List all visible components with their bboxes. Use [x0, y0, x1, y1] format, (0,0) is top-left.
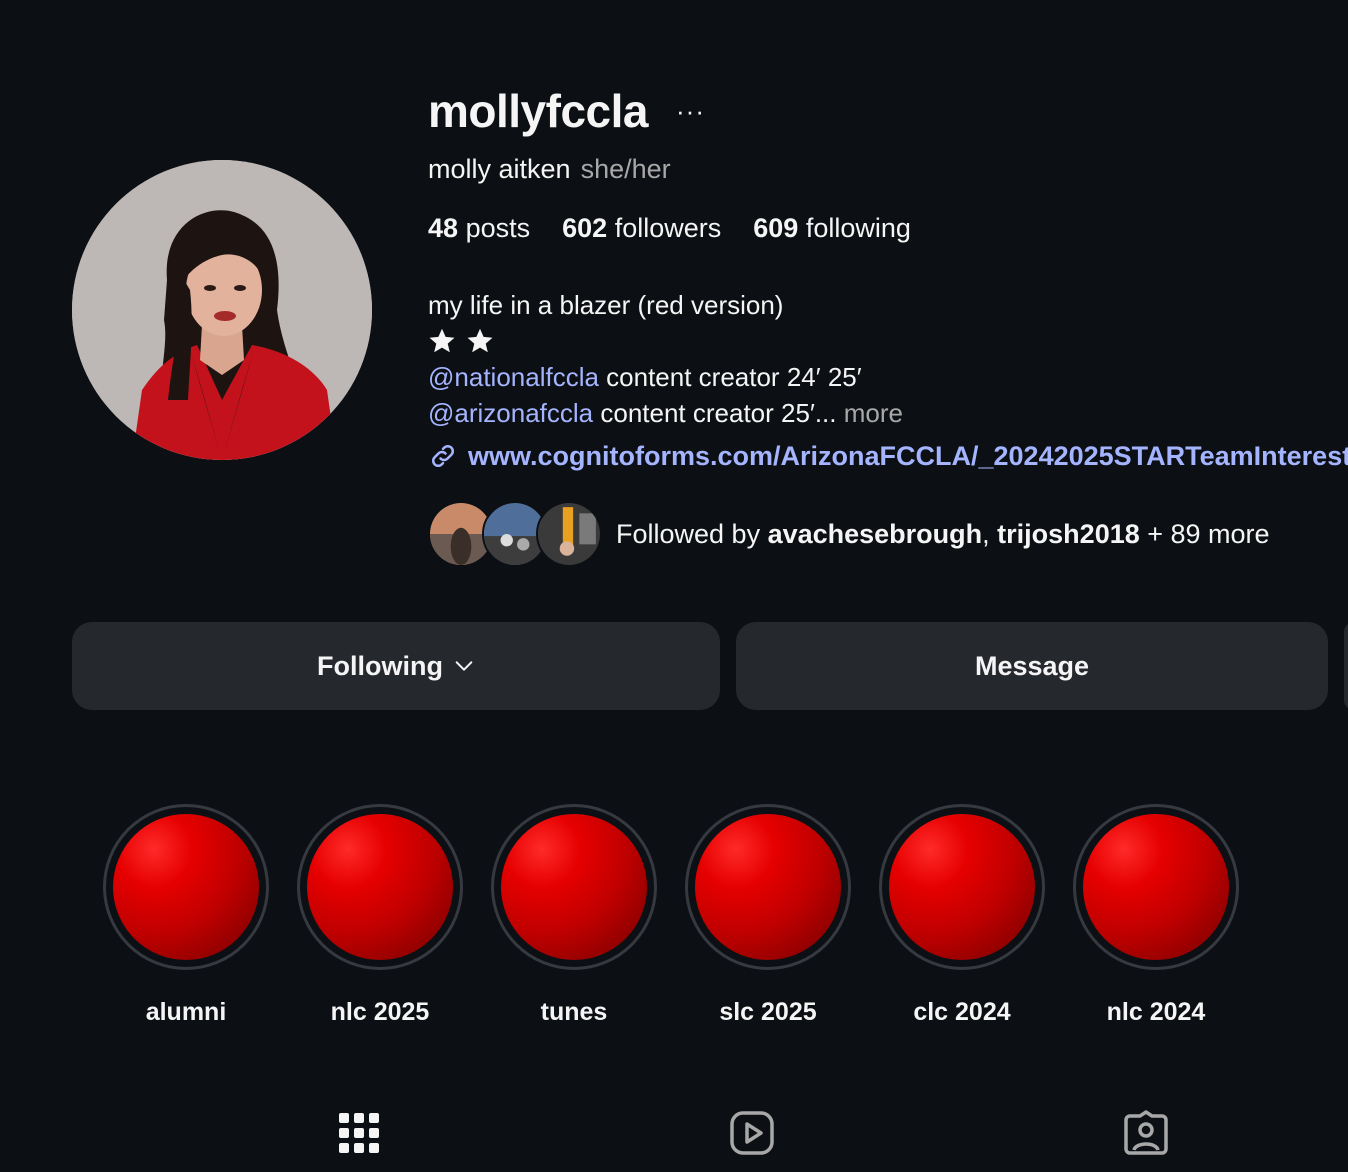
- highlight-label: alumni: [145, 998, 227, 1026]
- highlight-cover: [1083, 814, 1229, 960]
- message-button-label: Message: [974, 650, 1090, 681]
- highlight-cover: [113, 814, 259, 960]
- name-row: molly aitken she/her: [428, 152, 671, 186]
- mutual-user: avachesebrough: [767, 518, 983, 549]
- following-label: following: [805, 213, 911, 243]
- followed-suffix: + 89 more: [1139, 518, 1270, 549]
- star-icon: [429, 328, 455, 353]
- highlight-cover: [695, 814, 841, 960]
- followers-count: 602: [562, 213, 608, 243]
- highlight-ring: [879, 804, 1045, 970]
- highlight-ring: [491, 804, 657, 970]
- following-button[interactable]: Following: [72, 622, 720, 710]
- following-button-label: Following: [317, 650, 443, 681]
- highlight-cover: [501, 814, 647, 960]
- story-highlight[interactable]: alumni: [100, 804, 272, 1027]
- highlight-cover: [307, 814, 453, 960]
- external-link[interactable]: www.cognitoforms.com/ArizonaFCCLA/_20242…: [428, 438, 1348, 474]
- tagged-icon[interactable]: [1123, 1110, 1169, 1156]
- bio-text: content creator 25′...: [593, 398, 837, 428]
- highlight-ring: [1073, 804, 1239, 970]
- mention-link[interactable]: @nationalfccla: [428, 362, 599, 392]
- highlight-label: clc 2024: [913, 998, 1011, 1026]
- mutual-user: trijosh2018: [997, 518, 1140, 549]
- posts-stat: 48 posts: [428, 211, 530, 245]
- bio-mention-line: @nationalfccla content creator 24′ 25′: [428, 359, 903, 395]
- followers-stat[interactable]: 602 followers: [562, 211, 721, 245]
- followed-separator: ,: [982, 518, 998, 549]
- bio-stars: ★ ★: [428, 323, 903, 359]
- bio: my life in a blazer (red version) ★ ★ @n…: [428, 287, 903, 431]
- highlight-label: nlc 2024: [1106, 998, 1206, 1026]
- suggested-users-button[interactable]: [1344, 622, 1348, 710]
- username: mollyfccla: [428, 85, 649, 137]
- mutual-avatars: [428, 501, 602, 567]
- profile-stats: 48 posts 602 followers 609 following: [428, 211, 911, 245]
- full-name: molly aitken: [428, 154, 571, 184]
- highlight-label: nlc 2025: [330, 998, 430, 1026]
- more-options-icon[interactable]: ···: [676, 96, 705, 127]
- story-highlight[interactable]: tunes: [488, 804, 660, 1027]
- highlight-label: tunes: [540, 998, 608, 1026]
- mention-link[interactable]: @arizonafccla: [428, 398, 593, 428]
- bio-mention-line: @arizonafccla content creator 25′... mor…: [428, 395, 903, 431]
- highlight-cover: [889, 814, 1035, 960]
- link-icon: [431, 444, 455, 468]
- highlight-ring: [297, 804, 463, 970]
- highlight-ring: [685, 804, 851, 970]
- bio-line: my life in a blazer (red version): [428, 290, 784, 320]
- followed-by-text: Followed by avachesebrough, trijosh2018 …: [616, 519, 1270, 550]
- profile-avatar[interactable]: [72, 160, 372, 460]
- story-highlight[interactable]: slc 2025: [682, 804, 854, 1027]
- story-highlight[interactable]: nlc 2025: [294, 804, 466, 1027]
- chevron-down-icon: [455, 661, 473, 671]
- followers-label: followers: [614, 213, 722, 243]
- star-icon: [467, 328, 493, 353]
- highlight-label: slc 2025: [719, 998, 817, 1026]
- mutual-avatar: [536, 501, 602, 567]
- grid-icon[interactable]: [336, 1110, 382, 1156]
- story-highlight[interactable]: nlc 2024: [1070, 804, 1242, 1027]
- profile-page: mollyfccla ··· molly aitken she/her 48 po…: [0, 0, 1348, 1172]
- posts-label: posts: [465, 213, 531, 243]
- reels-icon[interactable]: [729, 1110, 775, 1156]
- posts-count: 48: [428, 213, 459, 243]
- link-text: www.cognitoforms.com/ArizonaFCCLA/_20242…: [468, 441, 1348, 471]
- highlight-ring: [103, 804, 269, 970]
- followed-prefix: Followed by: [616, 518, 768, 549]
- story-highlight[interactable]: clc 2024: [876, 804, 1048, 1027]
- bio-more-link[interactable]: more: [844, 398, 903, 428]
- message-button[interactable]: Message: [736, 622, 1328, 710]
- following-count: 609: [753, 213, 799, 243]
- following-stat[interactable]: 609 following: [753, 211, 911, 245]
- pronouns: she/her: [580, 154, 671, 184]
- followed-by-row[interactable]: Followed by avachesebrough, trijosh2018 …: [428, 501, 1270, 567]
- bio-text: content creator 24′ 25′: [598, 362, 862, 392]
